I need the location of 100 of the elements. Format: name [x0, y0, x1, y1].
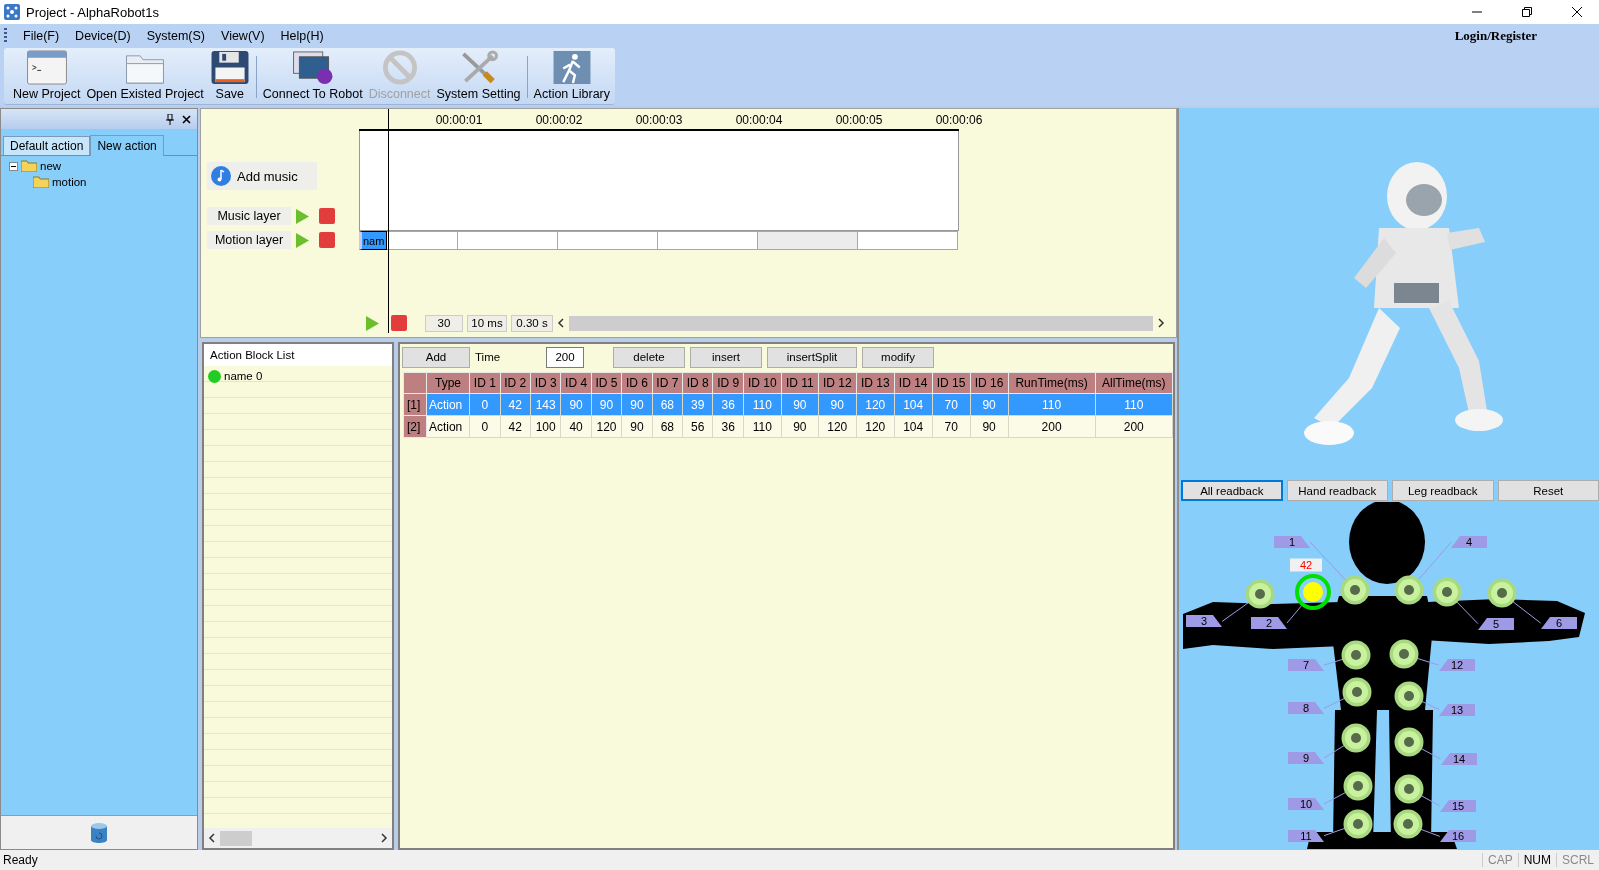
- close-icon[interactable]: [182, 114, 191, 124]
- joint-label: 7: [1288, 659, 1324, 671]
- window-icon: [25, 50, 68, 85]
- joint-marker[interactable]: [1294, 573, 1332, 611]
- action-button[interactable]: insertSplit: [767, 346, 857, 368]
- time-label: 00:00:03: [635, 113, 683, 127]
- column-header[interactable]: ID 5: [591, 372, 622, 394]
- column-header[interactable]: RunTime(ms): [1008, 372, 1096, 394]
- toolbar-button[interactable]: Connect To Robot: [259, 50, 366, 104]
- toolbar-button[interactable]: Save: [206, 50, 253, 104]
- status-text: Ready: [3, 853, 39, 867]
- joint-marker[interactable]: [1394, 681, 1424, 711]
- joint-marker[interactable]: [1389, 639, 1419, 669]
- motion-block[interactable]: nam: [359, 231, 387, 250]
- scroll-right-icon[interactable]: [380, 833, 388, 843]
- database-icon[interactable]: [89, 821, 109, 844]
- leader-line: [1416, 657, 1439, 665]
- add-music-button[interactable]: Add music: [207, 162, 317, 190]
- scroll-left-icon[interactable]: [208, 833, 216, 843]
- action-button[interactable]: modify: [862, 346, 934, 368]
- row-header[interactable]: [2]: [403, 415, 427, 438]
- row-header[interactable]: [1]: [403, 393, 427, 416]
- joint-marker[interactable]: [1393, 809, 1423, 839]
- column-header[interactable]: ID 3: [530, 372, 561, 394]
- column-header[interactable]: ID 4: [560, 372, 592, 394]
- joint-marker[interactable]: [1394, 575, 1424, 605]
- column-header[interactable]: ID 9: [713, 372, 744, 394]
- menu-item[interactable]: File(F): [15, 27, 68, 45]
- column-header[interactable]: Type: [426, 372, 470, 394]
- login-link[interactable]: Login/Register: [1454, 28, 1537, 44]
- joint-marker[interactable]: [1394, 727, 1424, 757]
- scrollbar[interactable]: [569, 315, 1153, 331]
- joint-marker[interactable]: [1343, 771, 1373, 801]
- music-track[interactable]: [359, 131, 959, 231]
- joint-marker[interactable]: [1487, 578, 1517, 608]
- joint-marker[interactable]: [1342, 677, 1372, 707]
- monitors-icon: [290, 50, 335, 85]
- joint-label: 16: [1440, 830, 1476, 842]
- close-icon: [1572, 7, 1582, 17]
- menu-item[interactable]: System(S): [138, 27, 213, 45]
- column-header[interactable]: ID 13: [856, 372, 895, 394]
- frames-field[interactable]: 30: [425, 314, 463, 332]
- scroll-right-icon[interactable]: [1157, 318, 1165, 328]
- readback-button[interactable]: Reset: [1497, 480, 1599, 501]
- time-field[interactable]: 200: [546, 346, 584, 368]
- action-button[interactable]: delete: [613, 346, 685, 368]
- interval-field[interactable]: 10 ms: [467, 314, 507, 332]
- joint-label: 1: [1274, 536, 1310, 548]
- joint-marker[interactable]: [1343, 809, 1373, 839]
- toolbar-button[interactable]: Action Library: [530, 50, 613, 104]
- scroll-left-icon[interactable]: [557, 318, 565, 328]
- column-header[interactable]: ID 7: [652, 372, 683, 394]
- column-header[interactable]: ID 16: [970, 372, 1009, 394]
- list-title: Action Block List: [204, 344, 392, 366]
- layer-label: Music layer: [207, 207, 291, 225]
- toolbar-button[interactable]: System Setting: [433, 50, 524, 104]
- column-header[interactable]: ID 1: [469, 372, 501, 394]
- add-button[interactable]: Add: [402, 346, 470, 368]
- readback-button[interactable]: Leg readback: [1392, 480, 1494, 501]
- menu-item[interactable]: Device(D): [67, 27, 139, 45]
- column-header[interactable]: ID 15: [932, 372, 971, 394]
- menu-item[interactable]: View(V): [213, 27, 273, 45]
- toolbar-button[interactable]: Open Existed Project: [83, 50, 207, 104]
- tree-item[interactable]: new: [40, 160, 62, 172]
- joint-marker[interactable]: [1245, 579, 1275, 609]
- leader-line: [1417, 542, 1451, 581]
- time-label: Time: [475, 351, 502, 363]
- action-button[interactable]: insert: [690, 346, 762, 368]
- column-header[interactable]: ID 14: [894, 372, 933, 394]
- column-header[interactable]: ID 6: [621, 372, 653, 394]
- tab[interactable]: New action: [90, 135, 164, 156]
- readback-button[interactable]: All readback: [1181, 480, 1283, 501]
- tab[interactable]: Default action: [3, 136, 91, 155]
- column-header[interactable]: AllTime(ms): [1095, 372, 1173, 394]
- toolbar-button[interactable]: New Project: [10, 50, 84, 104]
- joint-marker[interactable]: [1432, 577, 1462, 607]
- joint-marker[interactable]: [1340, 575, 1370, 605]
- joint-marker[interactable]: [1394, 774, 1424, 804]
- app-icon: [4, 4, 20, 20]
- music-note-icon: [211, 166, 231, 186]
- joint-label: 13: [1439, 704, 1475, 716]
- joint-marker[interactable]: [1341, 640, 1371, 670]
- time-label: 00:00:06: [935, 113, 983, 127]
- menu-item[interactable]: Help(H): [272, 27, 332, 45]
- key-indicator: CAP: [1481, 853, 1518, 867]
- column-header[interactable]: ID 8: [682, 372, 713, 394]
- column-header[interactable]: ID 12: [818, 372, 857, 394]
- duration-field[interactable]: 0.30 s: [511, 314, 553, 332]
- column-header[interactable]: ID 11: [781, 372, 819, 394]
- readback-button[interactable]: Hand readback: [1286, 480, 1389, 501]
- column-header[interactable]: ID 2: [500, 372, 531, 394]
- list-item[interactable]: name 0: [224, 370, 263, 382]
- leader-line: [1324, 792, 1347, 804]
- joint-marker[interactable]: [1341, 723, 1371, 753]
- tree-item[interactable]: motion: [52, 176, 87, 188]
- time-label: 00:00:05: [835, 113, 883, 127]
- pin-icon[interactable]: [166, 113, 174, 125]
- leader-line: [1420, 828, 1440, 836]
- column-header[interactable]: ID 10: [743, 372, 782, 394]
- collapse-icon[interactable]: [9, 161, 18, 171]
